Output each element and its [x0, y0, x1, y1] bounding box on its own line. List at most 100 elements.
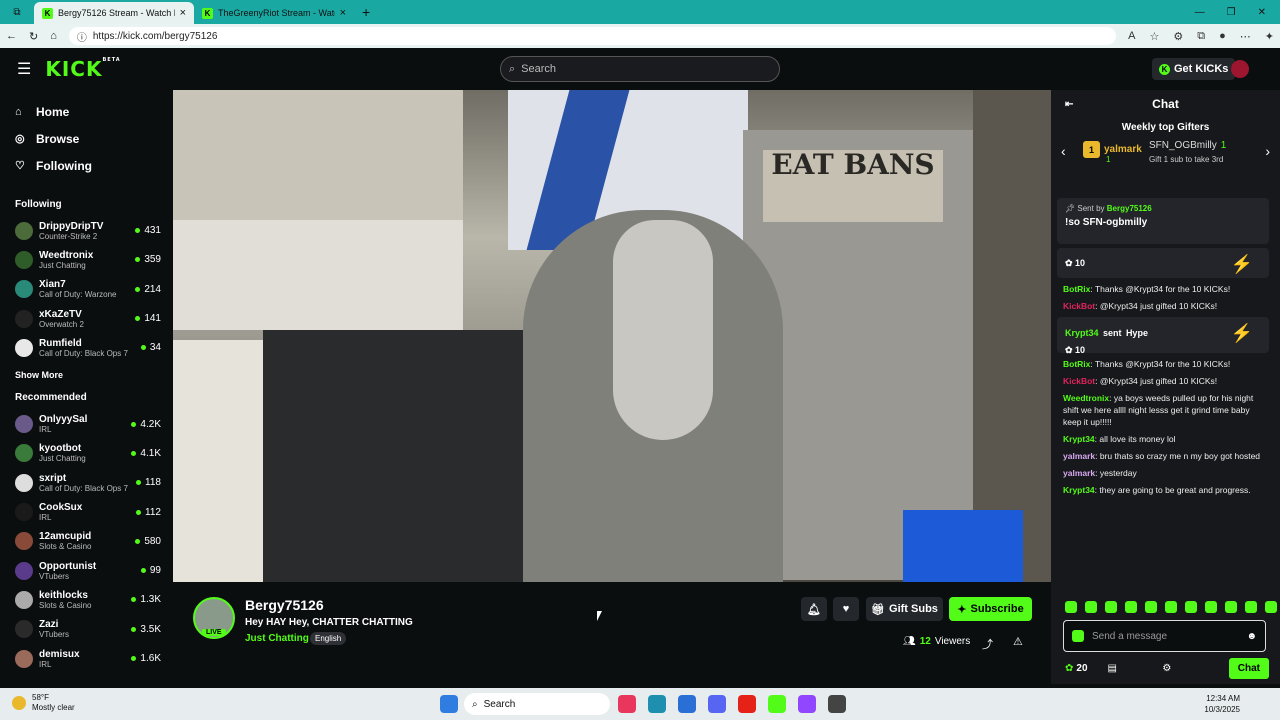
emote-icon[interactable] [1265, 601, 1277, 613]
chat-username[interactable]: KickBot [1063, 301, 1095, 311]
emote-icon[interactable] [1085, 601, 1097, 613]
new-tab-icon[interactable]: + [354, 4, 378, 20]
language-tag[interactable]: English [310, 632, 347, 645]
emote-icon[interactable] [1145, 601, 1157, 613]
discord-icon[interactable] [708, 695, 726, 713]
refresh-icon[interactable]: ↻ [29, 30, 38, 43]
site-info-icon[interactable]: ⓘ [77, 29, 87, 44]
close-tab-icon[interactable]: × [340, 7, 346, 19]
close-window-icon[interactable]: ✕ [1258, 7, 1266, 18]
back-icon[interactable]: ← [6, 30, 17, 42]
chat-username[interactable]: Krypt34 [1063, 485, 1095, 495]
show-more-button[interactable]: Show More [0, 370, 173, 380]
chevron-right-icon[interactable]: › [1265, 143, 1270, 159]
extensions-icon[interactable]: ⚙ [1173, 30, 1183, 43]
sidebar-channel-demisux[interactable]: demisux IRL 1.6K [0, 644, 173, 673]
follow-heart-button[interactable]: ♥ [833, 597, 859, 621]
store-icon[interactable]: ▤ [1108, 663, 1117, 674]
profile-icon[interactable]: ● [1219, 30, 1226, 43]
chat-username[interactable]: yalmark [1063, 468, 1095, 478]
emote-icon[interactable] [1185, 601, 1197, 613]
emote-icon[interactable] [1125, 601, 1137, 613]
close-tab-icon[interactable]: × [180, 7, 186, 19]
collections-icon[interactable]: ⧉ [1197, 30, 1205, 43]
home-icon[interactable]: ⌂ [50, 30, 57, 42]
kick-logo[interactable]: KICKBETA [45, 57, 120, 81]
user-avatar[interactable] [1231, 60, 1249, 78]
gifter-name[interactable]: yalmark [1104, 144, 1142, 155]
windows-start-icon[interactable] [440, 695, 458, 713]
chevron-left-icon[interactable]: ‹ [1061, 143, 1066, 159]
sidebar-channel-cooksux[interactable]: CookSux IRL 112 [0, 497, 173, 526]
send-chat-button[interactable]: Chat [1228, 657, 1269, 679]
sidebar-channel-opportunist[interactable]: Opportunist VTubers 99 [0, 556, 173, 585]
chat-settings-icon[interactable]: ⚙ [1162, 663, 1171, 674]
search-input[interactable]: ⌕ Search [500, 56, 780, 82]
emote-icon[interactable] [1165, 601, 1177, 613]
nav-browse[interactable]: ◎ Browse [15, 125, 173, 152]
more-icon[interactable]: ⋯ [1240, 30, 1251, 43]
gifter-name[interactable]: SFN_OGBmilly [1149, 140, 1217, 151]
music-app-icon[interactable] [618, 695, 636, 713]
emote-icon[interactable] [1245, 601, 1257, 613]
browser-menu-icon[interactable]: ⧉ [0, 7, 34, 18]
sidebar-channel-keithlocks[interactable]: keithlocks Slots & Casino 1.3K [0, 585, 173, 614]
channel-points[interactable]: 20 [1076, 663, 1087, 674]
sidebar-channel-weedtronix[interactable]: Weedtronix Just Chatting 359 [0, 245, 173, 274]
emote-icon[interactable] [1205, 601, 1217, 613]
share-icon[interactable]: ⤴ [982, 636, 993, 652]
kick-app-icon[interactable] [768, 695, 786, 713]
favorite-star-icon[interactable]: ☆ [1150, 30, 1160, 43]
sidebar-channel-zazi[interactable]: Zazi VTubers 3.5K [0, 615, 173, 644]
hamburger-menu-icon[interactable]: ☰ [17, 59, 31, 79]
collapse-chat-icon[interactable]: ⇤ [1065, 99, 1073, 110]
sidebar-channel-drippydriptv[interactable]: DrippyDripTV Counter-Strike 2 431 [0, 216, 173, 245]
tab-bergy[interactable]: K Bergy75126 Stream - Watch Live × [34, 2, 194, 24]
sidebar-channel-sxript[interactable]: sxript Call of Duty: Black Ops 7 118 [0, 468, 173, 497]
get-kicks-button[interactable]: K Get KICKs [1152, 58, 1236, 80]
weather-widget[interactable]: 58°F Mostly clear [12, 693, 75, 713]
streamer-name[interactable]: Bergy75126 [245, 597, 324, 613]
sidebar-channel-onlyyysal[interactable]: OnlyyySal IRL 4.2K [0, 409, 173, 438]
chat-username[interactable]: Weedtronix [1063, 393, 1109, 403]
sidebar-channel-rumfield[interactable]: Rumfield Call of Duty: Black Ops 7 34 [0, 333, 173, 362]
minimize-icon[interactable]: — [1195, 7, 1205, 18]
edge-browser-icon[interactable] [648, 695, 666, 713]
nav-home[interactable]: ⌂ Home [15, 98, 173, 125]
emote-picker-icon[interactable] [1072, 630, 1084, 642]
chat-username[interactable]: BotRix [1063, 284, 1090, 294]
system-clock[interactable]: 12:34 AM 10/3/2025 [1204, 693, 1240, 715]
sidebar-channel-12amcupid[interactable]: 12amcupid Slots & Casino 580 [0, 527, 173, 556]
notification-bell-button[interactable]: 🔔︎ [801, 597, 827, 621]
event-user[interactable]: Krypt34 [1065, 328, 1099, 338]
subscribe-button[interactable]: ✦ Subscribe [949, 597, 1032, 621]
maximize-icon[interactable]: ❐ [1227, 7, 1236, 18]
youtube-icon[interactable] [738, 695, 756, 713]
tab-greenyriot[interactable]: K TheGreenyRiot Stream - Watch Li × [194, 2, 354, 24]
taskbar-search[interactable]: ⌕ Search [464, 693, 610, 715]
gift-subs-button[interactable]: 🎁︎ Gift Subs [866, 597, 943, 621]
chat-input[interactable]: Send a message ☻ [1063, 620, 1266, 652]
chat-username[interactable]: Krypt34 [1063, 434, 1095, 444]
emote-icon[interactable] [1105, 601, 1117, 613]
chat-username[interactable]: BotRix [1063, 359, 1090, 369]
emote-icon[interactable] [1065, 601, 1077, 613]
emote-icon[interactable] [1225, 601, 1237, 613]
chat-username[interactable]: yalmark [1063, 451, 1095, 461]
obs-icon[interactable] [828, 695, 846, 713]
stream-category[interactable]: Just Chatting [245, 633, 309, 644]
report-icon[interactable]: ⚠ [1013, 635, 1023, 648]
store-app-icon[interactable] [678, 695, 696, 713]
nav-following[interactable]: ♡ Following [15, 152, 173, 179]
sidebar-channel-xian7[interactable]: Xian7 Call of Duty: Warzone 214 [0, 275, 173, 304]
emoji-icon[interactable]: ☻ [1246, 631, 1257, 642]
read-aloud-icon[interactable]: A [1128, 30, 1135, 43]
twitch-icon[interactable] [798, 695, 816, 713]
video-player[interactable]: EAT BANS [173, 90, 1051, 582]
pinned-message[interactable]: 📌︎ Sent by Bergy75126 !so SFN-ogbmilly [1057, 198, 1269, 244]
chat-username[interactable]: KickBot [1063, 376, 1095, 386]
url-field[interactable]: ⓘ https://kick.com/bergy75126 [68, 27, 1117, 45]
sidebar-channel-kyootbot[interactable]: kyootbot Just Chatting 4.1K [0, 439, 173, 468]
sidebar-channel-xkazetv[interactable]: xKaZeTV Overwatch 2 141 [0, 304, 173, 333]
copilot-icon[interactable]: ✦ [1265, 30, 1274, 43]
